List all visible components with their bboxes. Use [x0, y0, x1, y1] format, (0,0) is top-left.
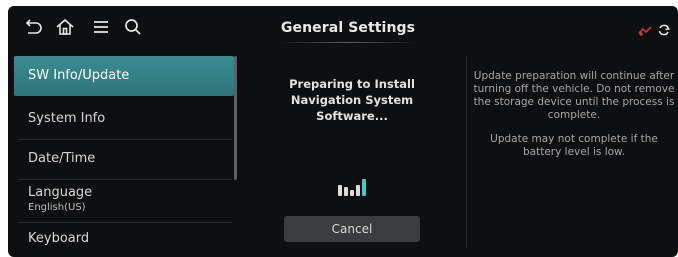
- menu-divider: [18, 222, 232, 223]
- sidebar-item-label: SW Info/Update: [28, 68, 130, 83]
- info-panel: Update preparation will continue after t…: [470, 70, 678, 170]
- main-panel: Preparing to Install Navigation System S…: [244, 46, 460, 257]
- sync-icon: [657, 22, 671, 36]
- menu-icon[interactable]: [90, 16, 112, 38]
- screen: General Settings SW Info/Update System I…: [8, 6, 678, 257]
- language-value: English(US): [28, 202, 86, 213]
- info-paragraph: Update preparation will continue after t…: [473, 70, 675, 121]
- panel-divider: [466, 56, 467, 248]
- home-icon[interactable]: [54, 16, 76, 38]
- page-title: General Settings: [280, 20, 416, 36]
- sidebar: SW Info/Update System Info Date/Time Lan…: [8, 52, 238, 257]
- title-underline: [280, 42, 416, 43]
- install-status-text: Preparing to Install Navigation System S…: [289, 77, 415, 123]
- menu-divider: [18, 179, 232, 180]
- menu-divider: [18, 139, 232, 140]
- loading-bars-icon: [336, 170, 376, 196]
- sidebar-item-label: Date/Time: [28, 151, 96, 166]
- sidebar-item-label: Keyboard: [28, 231, 90, 246]
- signal-status-icon: [638, 22, 652, 36]
- info-paragraph: Update may not complete if the battery l…: [490, 133, 658, 158]
- sidebar-scrollbar[interactable]: [234, 56, 237, 180]
- top-bar: General Settings: [8, 6, 678, 46]
- sidebar-item-date-time[interactable]: Date/Time: [14, 144, 234, 174]
- sidebar-item-keyboard[interactable]: Keyboard: [14, 224, 234, 254]
- sidebar-item-language[interactable]: Language English(US): [14, 183, 234, 219]
- back-icon[interactable]: [22, 16, 44, 38]
- sidebar-item-label: Language: [28, 185, 93, 200]
- sidebar-item-label: System Info: [28, 111, 106, 126]
- sidebar-item-sw-info-update[interactable]: SW Info/Update: [14, 56, 234, 96]
- search-icon[interactable]: [122, 16, 144, 38]
- cancel-button[interactable]: Cancel: [284, 216, 420, 242]
- sidebar-item-system-info[interactable]: System Info: [14, 104, 234, 134]
